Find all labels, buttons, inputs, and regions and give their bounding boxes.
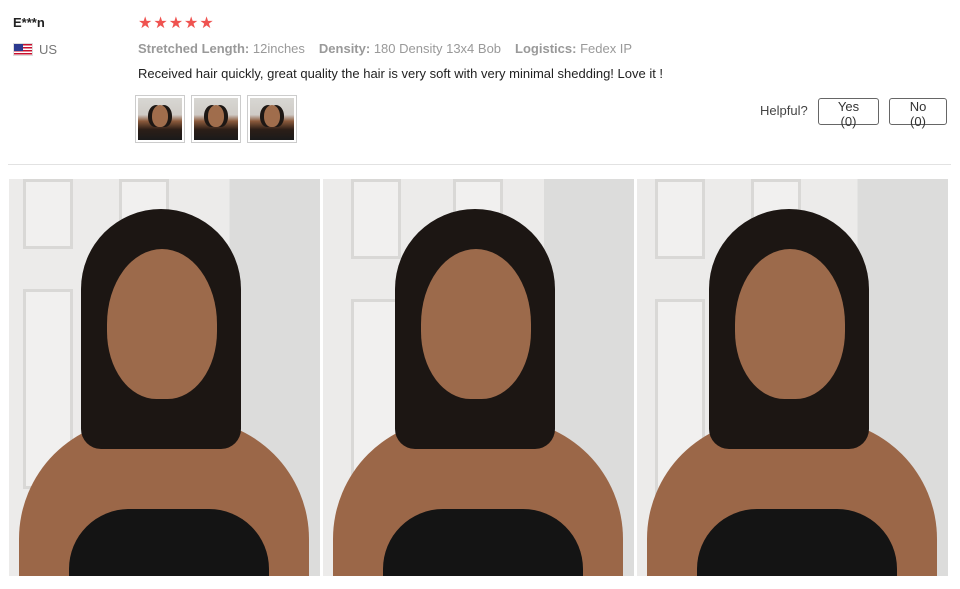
attr-label: Logistics: [515, 41, 577, 56]
attr-value: Fedex IP [580, 41, 633, 56]
review-photo[interactable] [637, 179, 948, 576]
star-rating: ★ ★ ★ ★ ★ [138, 15, 214, 33]
star-icon: ★ [168, 15, 184, 32]
review-thumbnail[interactable] [135, 95, 185, 143]
helpful-label: Helpful? [760, 103, 808, 118]
attr-value: 12inches [252, 41, 305, 56]
review-thumbnail[interactable] [191, 95, 241, 143]
attr-stretched-length: Stretched Length: 12inches [138, 41, 305, 56]
review-text: Received hair quickly, great quality the… [138, 66, 664, 81]
divider [8, 164, 951, 165]
reviewer-name: E***n [13, 15, 45, 30]
helpful-yes-button[interactable]: Yes (0) [818, 98, 879, 129]
attr-logistics: Logistics: Fedex IP [515, 41, 632, 56]
helpful-no-button[interactable]: No (0) [889, 98, 947, 129]
attr-label: Stretched Length: [138, 41, 250, 56]
star-icon: ★ [153, 15, 168, 32]
star-icon: ★ [199, 15, 214, 32]
attr-value: 180 Density 13x4 Bob [373, 41, 502, 56]
purchase-attributes: Stretched Length: 12inches Density: 180 … [138, 41, 632, 56]
attr-label: Density: [318, 41, 371, 56]
reviewer-country: US [13, 42, 57, 57]
review-thumbnail[interactable] [247, 95, 297, 143]
star-icon: ★ [138, 15, 153, 32]
us-flag-icon [13, 43, 33, 56]
review-thumbnails [135, 95, 297, 143]
review-photo[interactable] [9, 179, 320, 576]
review-photo-gallery [9, 179, 948, 576]
attr-density: Density: 180 Density 13x4 Bob [319, 41, 501, 56]
review-photo[interactable] [323, 179, 634, 576]
country-label: US [39, 42, 58, 57]
star-icon: ★ [184, 15, 199, 32]
